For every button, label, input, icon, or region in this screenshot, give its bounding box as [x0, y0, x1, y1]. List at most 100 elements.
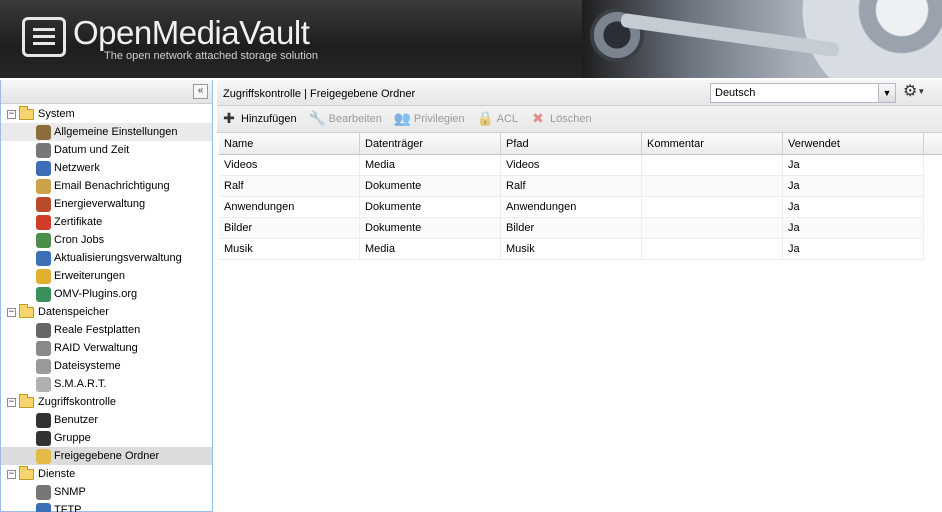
- sidebar-header: «: [1, 80, 212, 104]
- toolbar-button-label: Löschen: [550, 113, 592, 125]
- cell-name: Musik: [219, 239, 360, 259]
- acl-button[interactable]: 🔒 ACL: [477, 109, 518, 129]
- tree-folder-dienste[interactable]: − Dienste: [1, 465, 212, 483]
- sidebar-item-reale-festplatten[interactable]: Reale Festplatten: [1, 321, 212, 339]
- disk-icon: [36, 322, 51, 338]
- folder-icon: [19, 105, 34, 120]
- navigation-sidebar: « − System Allgemeine Einstellungen Datum u…: [0, 80, 213, 512]
- double-chevron-left-icon[interactable]: «: [193, 84, 208, 99]
- sidebar-item-raid-verwaltung[interactable]: RAID Verwaltung: [1, 339, 212, 357]
- cron-icon: [36, 232, 51, 248]
- language-selected-value: Deutsch: [715, 87, 756, 99]
- update-icon: [36, 250, 51, 266]
- folder-icon: [19, 465, 34, 480]
- plus-icon: ✚: [223, 111, 235, 127]
- hinzuf-gen-button[interactable]: ✚ Hinzufügen: [221, 109, 297, 129]
- collapse-toggle-icon[interactable]: −: [7, 469, 16, 479]
- toolbar: ✚ Hinzufügen 🔧 Bearbeiten 👥 Privilegien 🔒 ACL ✖ L…: [217, 106, 942, 133]
- tree-item-label: Gruppe: [54, 432, 91, 444]
- table-row[interactable]: Ralf Dokumente Ralf Ja: [219, 176, 924, 197]
- sidebar-item-email-benachrichtigung[interactable]: Email Benachrichtigung: [1, 177, 212, 195]
- tree-item-label: S.M.A.R.T.: [54, 378, 107, 390]
- tree-folder-zugriffskontrolle[interactable]: − Zugriffskontrolle: [1, 393, 212, 411]
- raid-icon: [36, 340, 51, 356]
- cell-datentr-ger: Dokumente: [360, 197, 501, 217]
- cell-pfad: Anwendungen: [501, 197, 642, 217]
- tree-item-label: Dienste: [38, 468, 76, 480]
- cell-name: Bilder: [219, 218, 360, 238]
- cell-pfad: Musik: [501, 239, 642, 259]
- grid-body: Videos Media Videos Ja Ralf Dokumente Ralf Ja An…: [219, 155, 942, 260]
- tree-item-label: Cron Jobs: [54, 234, 105, 246]
- globe-icon: [36, 286, 51, 302]
- table-row[interactable]: Anwendungen Dokumente Anwendungen Ja: [219, 197, 924, 218]
- language-select[interactable]: Deutsch ▼: [710, 83, 896, 103]
- group-icon: [36, 430, 51, 446]
- snmp-icon: [36, 484, 51, 500]
- l-schen-button[interactable]: ✖ Löschen: [530, 109, 592, 129]
- email-icon: [36, 178, 51, 194]
- column-header-pfad[interactable]: Pfad: [501, 133, 642, 154]
- tree-item-label: Zugriffskontrolle: [38, 396, 117, 408]
- sidebar-item-zertifikate[interactable]: Zertifikate: [1, 213, 212, 231]
- sidebar-item-snmp[interactable]: SNMP: [1, 483, 212, 501]
- sidebar-item-gruppe[interactable]: Gruppe: [1, 429, 212, 447]
- privilegien-button[interactable]: 👥 Privilegien: [394, 109, 465, 129]
- sidebar-item-erweiterungen[interactable]: Erweiterungen: [1, 267, 212, 285]
- toolbar-button-label: Hinzufügen: [241, 113, 297, 125]
- table-row[interactable]: Musik Media Musik Ja: [219, 239, 924, 260]
- cell-kommentar: [642, 239, 783, 259]
- sidebar-item-dateisysteme[interactable]: Dateisysteme: [1, 357, 212, 375]
- table-row[interactable]: Videos Media Videos Ja: [219, 155, 924, 176]
- disk-platter-graphic: [802, 0, 942, 78]
- tree-item-label: System: [38, 108, 75, 120]
- cell-name: Anwendungen: [219, 197, 360, 217]
- sidebar-item-freigegebene-ordner[interactable]: Freigegebene Ordner: [1, 447, 212, 465]
- sidebar-item-aktualisierungsverwaltung[interactable]: Aktualisierungsverwaltung: [1, 249, 212, 267]
- tree-item-label: RAID Verwaltung: [54, 342, 138, 354]
- collapse-toggle-icon[interactable]: −: [7, 307, 16, 317]
- sidebar-item-datum-und-zeit[interactable]: Datum und Zeit: [1, 141, 212, 159]
- logo-icon: [22, 17, 66, 57]
- shared-folders-grid: Name Datenträger Pfad Kommentar Verwendet Vi…: [219, 133, 942, 260]
- cell-kommentar: [642, 218, 783, 238]
- bearbeiten-button[interactable]: 🔧 Bearbeiten: [309, 109, 382, 129]
- sidebar-item-tftp[interactable]: TFTP: [1, 501, 212, 512]
- column-header-datentr-ger[interactable]: Datenträger: [360, 133, 501, 154]
- sidebar-item-s-m-a-r-t[interactable]: S.M.A.R.T.: [1, 375, 212, 393]
- cell-pfad: Bilder: [501, 218, 642, 238]
- column-header-verwendet[interactable]: Verwendet: [783, 133, 924, 154]
- tree-folder-datenspeicher[interactable]: − Datenspeicher: [1, 303, 212, 321]
- cell-verwendet: Ja: [783, 155, 924, 175]
- sidebar-item-energieverwaltung[interactable]: Energieverwaltung: [1, 195, 212, 213]
- sidebar-item-cron-jobs[interactable]: Cron Jobs: [1, 231, 212, 249]
- gear-icon[interactable]: ⚙▼: [903, 84, 939, 102]
- tree-item-label: Allgemeine Einstellungen: [54, 126, 178, 138]
- network-icon: [36, 160, 51, 176]
- tree-item-label: TFTP: [54, 504, 82, 512]
- tree-item-label: OMV-Plugins.org: [54, 288, 138, 300]
- sidebar-item-allgemeine-einstellungen[interactable]: Allgemeine Einstellungen: [1, 123, 212, 141]
- tree-item-label: Reale Festplatten: [54, 324, 141, 336]
- sidebar-item-benutzer[interactable]: Benutzer: [1, 411, 212, 429]
- sidebar-item-omv-plugins-org[interactable]: OMV-Plugins.org: [1, 285, 212, 303]
- cell-pfad: Ralf: [501, 176, 642, 196]
- sidebar-item-netzwerk[interactable]: Netzwerk: [1, 159, 212, 177]
- toolbar-button-label: Bearbeiten: [328, 113, 382, 125]
- column-header-name[interactable]: Name: [219, 133, 360, 154]
- chevron-down-icon[interactable]: ▼: [878, 84, 895, 102]
- tree-item-label: Benutzer: [54, 414, 99, 426]
- tree-item-label: Dateisysteme: [54, 360, 121, 372]
- cell-name: Videos: [219, 155, 360, 175]
- cell-datentr-ger: Dokumente: [360, 218, 501, 238]
- tree-item-label: Freigegebene Ordner: [54, 450, 160, 462]
- column-header-kommentar[interactable]: Kommentar: [642, 133, 783, 154]
- collapse-toggle-icon[interactable]: −: [7, 397, 16, 407]
- cell-pfad: Videos: [501, 155, 642, 175]
- tree-folder-system[interactable]: − System: [1, 105, 212, 123]
- puzzle-icon: [36, 268, 51, 284]
- main-panel: Zugriffskontrolle | Freigegebene Ordner …: [217, 80, 942, 512]
- table-row[interactable]: Bilder Dokumente Bilder Ja: [219, 218, 924, 239]
- collapse-toggle-icon[interactable]: −: [7, 109, 16, 119]
- shared-folder-icon: [36, 448, 51, 464]
